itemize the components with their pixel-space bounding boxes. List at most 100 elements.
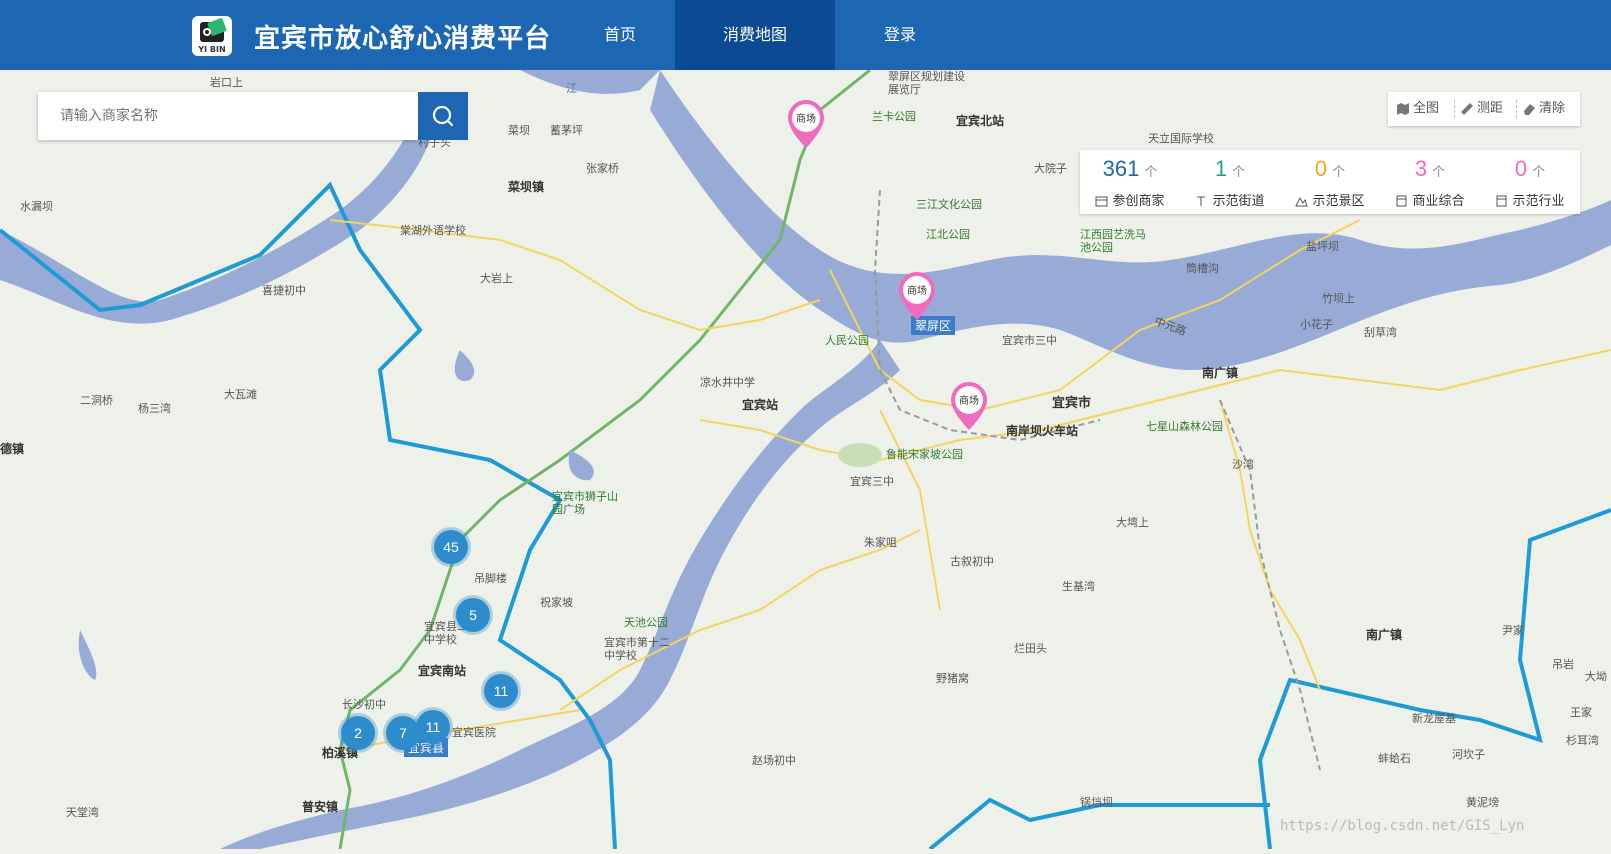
map-label: 宜宾市 — [1052, 396, 1092, 411]
map-label: 喜捷初中 — [262, 284, 306, 297]
stat-unit: 个 — [1432, 164, 1446, 179]
ruler-icon — [1461, 102, 1473, 115]
stat-count: 0 — [1514, 156, 1528, 181]
map-label: 蚌蛤石 — [1378, 752, 1411, 765]
watermark: https://blog.csdn.net/GIS_Lyn — [1280, 818, 1525, 834]
map-label: 祝家坡 — [540, 596, 573, 609]
top-header: YI BIN 宜宾市放心舒心消费平台 首页 消费地图 登录 — [0, 0, 1611, 70]
stat-count-wrap: 361 个 — [1080, 156, 1180, 182]
pin-label: 商场 — [907, 286, 927, 297]
cluster-marker[interactable]: 11 — [416, 710, 450, 744]
map-label: 沙湾 — [1232, 458, 1254, 471]
map-label: 鲁能宋家坡公园 — [886, 448, 963, 461]
search-button[interactable] — [418, 92, 468, 140]
map-label: 宜宾站 — [742, 398, 779, 412]
merchant-pin[interactable]: 商场 — [786, 98, 826, 150]
stat-label: 商业综合 — [1412, 194, 1465, 209]
map-label: 七星山森林公园 — [1146, 420, 1223, 433]
merchant-pin[interactable]: 商场 — [897, 270, 937, 322]
stat-scenic[interactable]: 0个 示范景区 — [1280, 150, 1380, 214]
map-label: 宜宾南站 — [418, 664, 467, 678]
stat-label-wrap: 示范街道 — [1180, 190, 1280, 209]
map-label: 德镇 — [0, 442, 25, 456]
map-label: 大坳 — [1585, 670, 1607, 683]
map-label: 小花子 — [1300, 318, 1333, 331]
map-label: 尹家 — [1502, 624, 1524, 637]
map-label: 大岩上 — [480, 272, 513, 285]
map-label: 杉耳湾 — [1566, 734, 1599, 747]
map-label: 大院子 — [1034, 162, 1067, 175]
merchant-search-input[interactable] — [38, 92, 418, 140]
map-label: 水漏坝 — [20, 200, 53, 213]
map-label: 大瓦滩 — [224, 388, 257, 401]
map-label: 江 — [566, 82, 577, 95]
stat-count-wrap: 1个 — [1180, 156, 1280, 182]
stat-count-wrap: 3个 — [1380, 156, 1480, 182]
map-label: 岩口上 — [210, 76, 243, 89]
stat-commercial[interactable]: 3个 商业综合 — [1380, 150, 1480, 214]
map-label: 生基湾 — [1062, 580, 1095, 593]
map-label: 凉水井中学 — [700, 376, 755, 389]
map-toolbar: 全图 测距 清除 — [1388, 92, 1580, 126]
nav-home[interactable]: 首页 — [565, 0, 675, 70]
map-label: 竹坝上 — [1322, 292, 1355, 305]
building-icon — [1396, 195, 1407, 207]
cluster-marker[interactable]: 11 — [484, 674, 518, 708]
cluster-marker[interactable]: 2 — [341, 716, 375, 750]
map-label: 野猪窝 — [936, 672, 969, 685]
map-label: 朱家咀 — [864, 536, 897, 549]
map-label: 二洞桥 — [80, 394, 113, 407]
logo-text: YI BIN — [198, 45, 226, 54]
stat-industry[interactable]: 0个 示范行业 — [1480, 150, 1580, 214]
map-label: 大塆上 — [1116, 516, 1149, 529]
measure-button[interactable]: 测距 — [1460, 92, 1503, 126]
stat-unit: 个 — [1144, 164, 1158, 179]
full-view-button[interactable]: 全图 — [1396, 92, 1439, 126]
map-label: 张家桥 — [586, 162, 619, 175]
map-icon — [1397, 102, 1409, 115]
map-label: 宜宾市三中 — [1002, 334, 1057, 347]
shop-icon — [1095, 196, 1108, 207]
cluster-marker[interactable]: 5 — [456, 598, 490, 632]
stat-count-wrap: 0个 — [1280, 156, 1380, 182]
map-label: 吊脚楼 — [474, 572, 507, 585]
map-label: 棠湖外语学校 — [400, 224, 466, 237]
map-label: 烂田头 — [1014, 642, 1047, 655]
full-view-label: 全图 — [1413, 101, 1440, 116]
stat-unit: 个 — [1332, 164, 1346, 179]
stat-merchants[interactable]: 361 个 参创商家 — [1080, 150, 1180, 214]
map-label: 赵场初中 — [752, 754, 796, 767]
stat-label-wrap: 参创商家 — [1080, 190, 1180, 209]
cluster-marker[interactable]: 45 — [434, 530, 468, 564]
merchant-pin[interactable]: 商场 — [949, 380, 989, 432]
map-label: 翠屏区规划建设展览厅 — [888, 70, 965, 96]
map-label: 普安镇 — [302, 800, 339, 814]
stat-label: 参创商家 — [1112, 194, 1165, 209]
map-label: 菜坝 — [508, 124, 530, 137]
stat-unit: 个 — [1232, 164, 1246, 179]
stat-label-wrap: 示范行业 — [1480, 190, 1580, 209]
pin-label: 商场 — [959, 396, 979, 407]
toolbar-divider — [1516, 100, 1518, 118]
search-icon — [432, 105, 454, 127]
cluster-marker[interactable]: 7 — [386, 716, 420, 750]
map-label: 天立国际学校 — [1148, 132, 1214, 145]
map-label: 天堂湾 — [66, 806, 99, 819]
clear-button[interactable]: 清除 — [1522, 92, 1565, 126]
map-label: 南岸坝火车站 — [1006, 424, 1079, 438]
stat-unit: 个 — [1532, 164, 1546, 179]
pin-label: 商场 — [796, 114, 816, 125]
nav-login[interactable]: 登录 — [835, 0, 965, 70]
map-label: 江西园艺洗马池公园 — [1080, 228, 1146, 254]
stat-label: 示范街道 — [1212, 194, 1265, 209]
map-label: 蓄茅坪 — [550, 124, 583, 137]
stat-count: 0 — [1314, 156, 1328, 181]
stat-streets[interactable]: 1个 示范街道 — [1180, 150, 1280, 214]
map-label: 宜宾市第十二中学校 — [604, 636, 670, 662]
site-logo[interactable]: YI BIN — [192, 16, 232, 56]
map-label: 人民公园 — [825, 334, 869, 347]
nav-consumption-map[interactable]: 消费地图 — [675, 0, 835, 70]
mountain-icon — [1295, 196, 1309, 207]
map-label: 长沙初中 — [342, 698, 386, 711]
map-label: 宜宾三中 — [850, 475, 894, 488]
